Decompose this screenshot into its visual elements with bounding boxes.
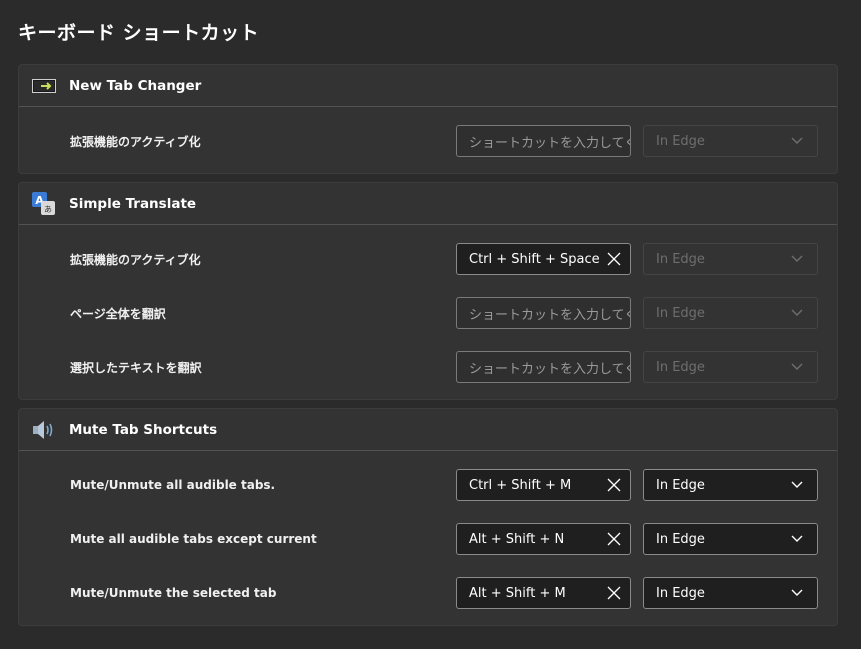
- command-label: 選択したテキストを翻訳: [70, 360, 202, 375]
- shortcut-input[interactable]: Ctrl + Shift + M: [456, 469, 631, 501]
- shortcut-value: Alt + Shift + M: [469, 585, 566, 601]
- clear-shortcut-icon[interactable]: [606, 251, 622, 267]
- scope-value: In Edge: [656, 359, 705, 375]
- command-row: 選択したテキストを翻訳 ショートカットを入力してください In Edge: [19, 340, 837, 394]
- scope-value: In Edge: [656, 305, 705, 321]
- translate-icon: A あ: [31, 191, 57, 217]
- shortcut-input[interactable]: ショートカットを入力してください: [456, 351, 631, 383]
- command-label: ページ全体を翻訳: [70, 306, 166, 321]
- extension-header: A あ Simple Translate: [19, 183, 837, 225]
- extension-name: Mute Tab Shortcuts: [69, 421, 218, 438]
- scope-select: In Edge: [643, 297, 818, 329]
- chevron-down-icon: [791, 309, 803, 316]
- extension-header: New Tab Changer: [19, 65, 837, 107]
- scope-value: In Edge: [656, 133, 705, 149]
- scope-select: In Edge: [643, 243, 818, 275]
- scope-value: In Edge: [656, 251, 705, 267]
- shortcut-input[interactable]: Alt + Shift + M: [456, 577, 631, 609]
- scope-select[interactable]: In Edge: [643, 469, 818, 501]
- chevron-down-icon: [791, 363, 803, 370]
- chevron-down-icon: [791, 589, 803, 596]
- command-label: Mute/Unmute all audible tabs.: [70, 478, 276, 492]
- speaker-icon: [31, 417, 57, 443]
- extension-card-new-tab-changer: New Tab Changer 拡張機能のアクティブ化 ショートカットを入力して…: [18, 64, 838, 174]
- shortcut-value: Ctrl + Shift + M: [469, 477, 572, 493]
- command-label: 拡張機能のアクティブ化: [70, 134, 201, 149]
- scope-value: In Edge: [656, 585, 705, 601]
- extension-card-simple-translate: A あ Simple Translate 拡張機能のアクティブ化 Ctrl + …: [18, 182, 838, 400]
- command-row: 拡張機能のアクティブ化 ショートカットを入力してください In Edge: [19, 114, 837, 168]
- scope-value: In Edge: [656, 531, 705, 547]
- tab-arrow-icon: [31, 73, 57, 99]
- scope-select: In Edge: [643, 125, 818, 157]
- clear-shortcut-icon[interactable]: [606, 531, 622, 547]
- extension-card-mute-tab-shortcuts: Mute Tab Shortcuts Mute/Unmute all audib…: [18, 408, 838, 626]
- clear-shortcut-icon[interactable]: [606, 477, 622, 493]
- command-label: Mute all audible tabs except current: [70, 532, 317, 546]
- scope-select[interactable]: In Edge: [643, 577, 818, 609]
- clear-shortcut-icon[interactable]: [606, 585, 622, 601]
- page-title: キーボード ショートカット: [18, 22, 260, 44]
- scope-select: In Edge: [643, 351, 818, 383]
- command-row: ページ全体を翻訳 ショートカットを入力してください In Edge: [19, 286, 837, 340]
- extension-name: Simple Translate: [69, 195, 197, 212]
- command-label: Mute/Unmute the selected tab: [70, 586, 277, 600]
- chevron-down-icon: [791, 137, 803, 144]
- shortcut-input[interactable]: Ctrl + Shift + Space: [456, 243, 631, 275]
- scope-select[interactable]: In Edge: [643, 523, 818, 555]
- chevron-down-icon: [791, 255, 803, 262]
- shortcut-input[interactable]: ショートカットを入力してください: [456, 297, 631, 329]
- shortcut-input[interactable]: ショートカットを入力してください: [456, 125, 631, 157]
- extension-header: Mute Tab Shortcuts: [19, 409, 837, 451]
- extension-name: New Tab Changer: [69, 77, 202, 94]
- shortcut-value: Alt + Shift + N: [469, 531, 565, 547]
- svg-text:あ: あ: [44, 205, 52, 214]
- command-row: 拡張機能のアクティブ化 Ctrl + Shift + Space In Edge: [19, 232, 837, 286]
- command-row: Mute/Unmute the selected tab Alt + Shift…: [19, 566, 837, 620]
- command-row: Mute all audible tabs except current Alt…: [19, 512, 837, 566]
- command-row: Mute/Unmute all audible tabs. Ctrl + Shi…: [19, 458, 837, 512]
- chevron-down-icon: [791, 481, 803, 488]
- shortcut-input[interactable]: Alt + Shift + N: [456, 523, 631, 555]
- shortcut-value: Ctrl + Shift + Space: [469, 251, 600, 267]
- chevron-down-icon: [791, 535, 803, 542]
- scope-value: In Edge: [656, 477, 705, 493]
- command-label: 拡張機能のアクティブ化: [70, 252, 201, 267]
